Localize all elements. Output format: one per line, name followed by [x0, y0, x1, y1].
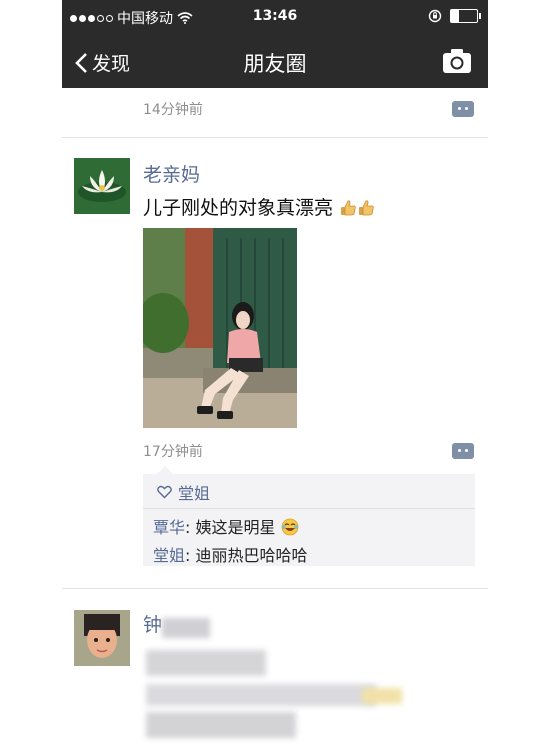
avatar[interactable] [74, 610, 130, 666]
post-content: 儿子刚处的对象真漂亮 [143, 193, 375, 220]
thumbs-up-icon [341, 200, 356, 216]
comment-text: : 迪丽热巴哈哈哈 [185, 546, 308, 565]
post-timestamp: 14分钟前 [143, 102, 203, 118]
post-text: 儿子刚处的对象真漂亮 [143, 197, 334, 219]
status-bar: 中国移动 13:46 [62, 0, 488, 34]
post-divider [62, 137, 488, 138]
comment-item[interactable]: 覃华: 姨这是明星 [153, 514, 299, 538]
post-photo[interactable] [143, 228, 297, 428]
comments-box: 堂姐 覃华: 姨这是明星 堂姐: 迪丽热巴哈哈哈 [143, 466, 475, 566]
comment-item[interactable]: 堂姐: 迪丽热巴哈哈哈 [153, 542, 308, 566]
child-portrait-avatar [74, 610, 130, 666]
status-time: 13:46 [252, 8, 298, 24]
likes-divider [143, 508, 475, 509]
post-username[interactable]: 钟 [143, 610, 162, 637]
battery-icon [450, 9, 481, 23]
nav-bar: 发现 朋友圈 [62, 34, 488, 88]
comment-author[interactable]: 堂姐 [153, 546, 185, 565]
comment-icon[interactable] [452, 101, 474, 117]
post-username[interactable]: 老亲妈 [143, 160, 200, 187]
blurred-emoji [362, 688, 402, 704]
thumbs-up-icon [359, 200, 374, 216]
lotus-flower-avatar [74, 158, 130, 214]
blurred-text [146, 712, 296, 738]
like-user[interactable]: 堂姐 [178, 480, 210, 504]
avatar[interactable] [74, 158, 130, 214]
orientation-lock-icon [428, 9, 442, 23]
camera-icon[interactable] [442, 48, 472, 74]
heart-icon [157, 485, 172, 499]
likes-row: 堂姐 [157, 480, 210, 504]
comment-icon[interactable] [452, 443, 474, 459]
comment-text: : 姨这是明星 [185, 518, 276, 537]
post-divider [62, 588, 488, 589]
post-timestamp: 17分钟前 [143, 444, 203, 460]
comment-author[interactable]: 覃华 [153, 518, 185, 537]
page-title: 朋友圈 [243, 52, 307, 76]
laughing-tears-emoji-icon [281, 518, 298, 536]
blurred-text [146, 650, 266, 676]
blurred-text [146, 684, 376, 706]
photo-girl-sitting-by-green-door [143, 228, 297, 428]
blurred-username [162, 618, 210, 638]
phone-screen: 中国移动 13:46 发现 朋友圈 14分钟前 老亲妈 儿子刚处的对象真漂亮 1… [62, 0, 488, 748]
